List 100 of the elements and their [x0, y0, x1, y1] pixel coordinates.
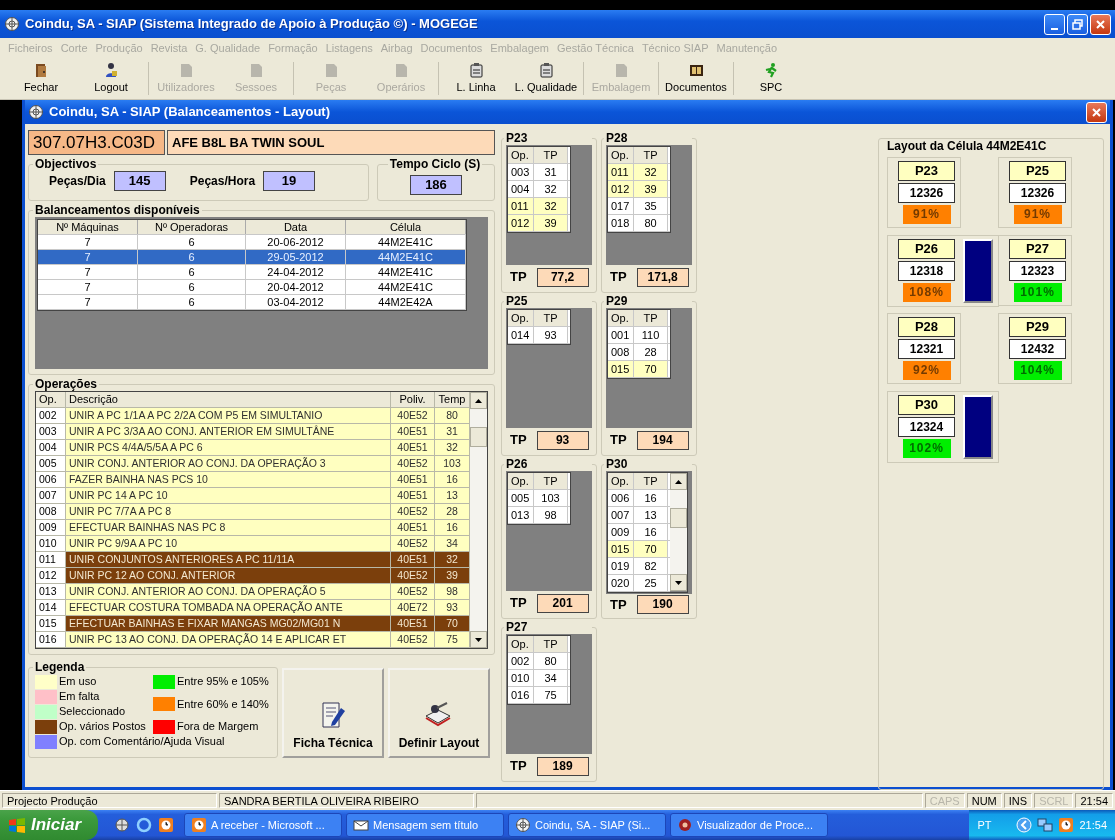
action-button[interactable]: Definir Layout — [388, 668, 490, 758]
percentage-badge: 108% — [902, 283, 951, 302]
table-row[interactable]: 7 6 03-04-2012 44M2E42A — [38, 295, 466, 310]
status-indicator: NUM — [966, 793, 1002, 808]
column-header[interactable]: Op. — [608, 473, 634, 489]
column-header[interactable]: Célula — [346, 220, 466, 234]
action-button[interactable]: Ficha Técnica — [282, 668, 384, 758]
windows-flag-icon — [8, 817, 26, 833]
clock-icon — [1058, 817, 1075, 833]
table-row[interactable]: 7 6 20-04-2012 44M2E41C — [38, 280, 466, 295]
toolbar-button[interactable]: SPC — [736, 58, 806, 99]
column-header[interactable]: Temp — [435, 392, 470, 407]
scroll-thumb[interactable] — [670, 508, 687, 528]
station-card[interactable]: P25 12326 91% — [998, 157, 1072, 228]
taskbar-button[interactable]: Coindu, SA - SIAP (Si... — [508, 813, 666, 837]
start-button[interactable]: Iniciar — [0, 810, 98, 840]
status-indicator: INS — [1003, 793, 1033, 808]
column-header[interactable]: Op. — [508, 147, 534, 163]
column-header[interactable]: TP — [634, 147, 668, 163]
column-header[interactable]: TP — [634, 473, 668, 489]
table-cell: 016 — [508, 687, 534, 703]
station-card[interactable]: P30 12324 102% — [887, 391, 999, 463]
table-cell: 002 — [508, 653, 534, 669]
network-icon — [1037, 817, 1054, 833]
column-header[interactable]: Poliv. — [391, 392, 435, 407]
table-cell: 16 — [435, 472, 470, 487]
toolbar-button[interactable]: Fechar — [6, 58, 76, 99]
column-header[interactable]: Op. — [508, 310, 534, 326]
legend-label: Em uso — [59, 674, 97, 690]
column-header[interactable]: TP — [534, 310, 568, 326]
table-cell: 015 — [608, 361, 634, 377]
scrollbar[interactable] — [470, 392, 487, 648]
column-header[interactable]: Op. — [608, 310, 634, 326]
table-row[interactable]: 7 6 29-05-2012 44M2E41C — [38, 250, 466, 265]
column-header[interactable]: Op. — [608, 147, 634, 163]
legend-label: Op. com Comentário/Ajuda Visual — [59, 734, 225, 750]
table-row[interactable]: 7 6 24-04-2012 44M2E41C — [38, 265, 466, 280]
taskbar-button[interactable]: Visualizador de Proce... — [670, 813, 828, 837]
table-cell: 75 — [435, 632, 470, 647]
scroll-up-button[interactable] — [670, 473, 687, 490]
station-card[interactable]: P26 12318 108% — [887, 235, 999, 307]
table-cell: 44M2E41C — [346, 280, 466, 294]
table-cell: 40E52 — [391, 536, 435, 551]
toolbar-button[interactable]: L. Linha — [441, 58, 511, 99]
column-header[interactable]: Op. — [508, 473, 534, 489]
crosshair-icon — [28, 104, 44, 120]
toolbar-button[interactable]: L. Qualidade — [511, 58, 581, 99]
column-header[interactable]: TP — [534, 147, 568, 163]
column-header[interactable]: Op. — [508, 636, 534, 652]
status-clock: 21:54 — [1075, 793, 1113, 808]
toolbar-button[interactable]: Documentos — [661, 58, 731, 99]
station-card[interactable]: P23 12326 91% — [887, 157, 961, 228]
field-label: TP — [510, 431, 527, 450]
close-button[interactable] — [1086, 101, 1107, 123]
table-cell: 39 — [534, 215, 568, 231]
station-name: P30 — [898, 395, 955, 415]
column-header[interactable]: Op. — [36, 392, 66, 407]
close-icon — [1095, 18, 1106, 30]
group-title: P28 — [604, 131, 692, 145]
table-cell: 014 — [508, 327, 534, 343]
clipboard-icon — [537, 61, 555, 79]
scroll-thumb[interactable] — [470, 427, 487, 447]
taskbar-button[interactable]: Mensagem sem título — [346, 813, 504, 837]
scroll-up-button[interactable] — [470, 392, 487, 409]
scrollbar[interactable] — [670, 473, 687, 591]
table-cell: 017 — [608, 198, 634, 214]
field-label: TP — [610, 431, 627, 450]
station-card[interactable]: P28 12321 92% — [887, 313, 961, 384]
column-header[interactable]: TP — [534, 636, 568, 652]
table-cell: UNIR PC 12 AO CONJ. ANTERIOR — [66, 568, 391, 583]
table-cell: UNIR CONJ. ANTERIOR AO CONJ. DA OPERAÇÃO 3 — [66, 456, 391, 471]
column-header[interactable]: Data — [246, 220, 346, 234]
scroll-down-button[interactable] — [670, 574, 687, 591]
value-field: 77,2 — [536, 267, 589, 287]
column-header[interactable]: Nº Operadoras — [138, 220, 246, 234]
percentage-badge: 91% — [1013, 205, 1062, 224]
taskbar-button[interactable]: A receber - Microsoft ... — [184, 813, 342, 837]
scroll-down-button[interactable] — [470, 631, 487, 648]
station-card[interactable]: P27 12323 101% — [998, 235, 1072, 306]
table-cell: 40E51 — [391, 616, 435, 631]
group-title: Tempo Ciclo (S) — [387, 157, 483, 171]
table-cell: 28 — [435, 504, 470, 519]
minimize-button[interactable] — [1044, 13, 1065, 35]
group-title: P29 — [604, 294, 692, 308]
close-button[interactable] — [1090, 13, 1111, 35]
column-header[interactable]: Descrição — [66, 392, 391, 407]
column-header[interactable]: TP — [534, 473, 568, 489]
minimize-icon — [1051, 27, 1058, 30]
table-cell: 009 — [608, 524, 634, 540]
maximize-button[interactable] — [1067, 13, 1088, 35]
toolbar-button[interactable]: Logout — [76, 58, 146, 99]
column-header[interactable]: Nº Máquinas — [38, 220, 138, 234]
station-name: P23 — [898, 161, 955, 181]
table-cell: EFECTUAR BAINHAS NAS PC 8 — [66, 520, 391, 535]
down-arrow-icon — [675, 580, 682, 585]
column-header[interactable]: TP — [634, 310, 668, 326]
group-title: Balanceamentos disponíveis — [33, 203, 202, 217]
percentage-badge: 102% — [902, 439, 951, 458]
table-cell: 32 — [634, 164, 668, 180]
station-card[interactable]: P29 12432 104% — [998, 313, 1072, 384]
